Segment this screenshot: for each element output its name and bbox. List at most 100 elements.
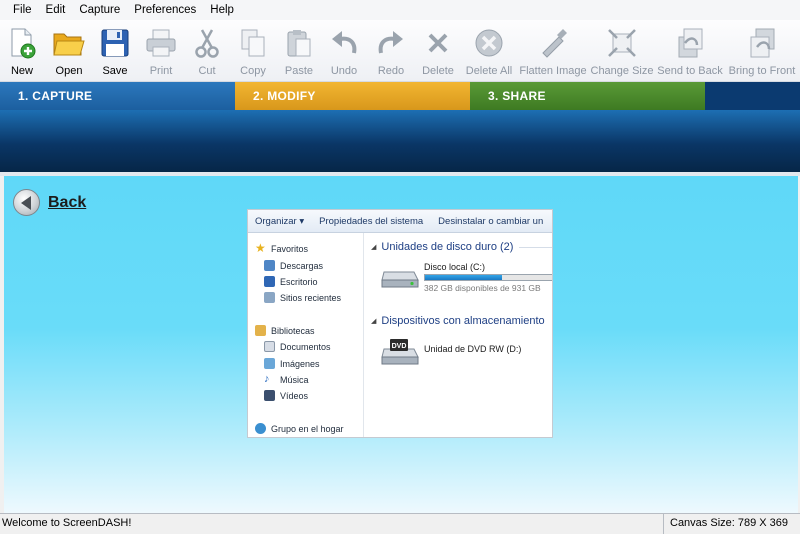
print-label: Print (149, 65, 173, 77)
bring-to-front-label: Bring to Front (728, 65, 796, 77)
header-banner (0, 110, 800, 172)
libraries-icon (255, 325, 266, 336)
nav-homegroup: Grupo en el hogar (255, 423, 344, 434)
send-back-icon (673, 26, 707, 60)
nav-desktop: Escritorio (264, 276, 318, 287)
print-button[interactable]: Print (136, 20, 186, 82)
nav-desktop-label: Escritorio (280, 276, 318, 287)
new-button[interactable]: New (0, 20, 44, 82)
group-removable-label: Dispositivos con almacenamiento (381, 315, 545, 327)
redo-icon (374, 26, 408, 60)
drive-c: Disco local (C:) 382 GB disponibles de 9… (380, 262, 552, 293)
save-disk-icon (98, 26, 132, 60)
flatten-image-label: Flatten Image (519, 65, 587, 77)
dvd-drive-icon: DVD (381, 339, 419, 365)
homegroup-icon (255, 423, 266, 434)
explorer-organize: Organizar ▾ (255, 215, 305, 227)
downloads-icon (264, 260, 275, 271)
explorer-nav-pane: ★ Favoritos Descargas Escritorio Sitios … (248, 233, 364, 437)
drive-c-name: Disco local (C:) (424, 262, 486, 272)
collapse-arrow-icon: ◢ (371, 244, 377, 251)
open-button[interactable]: Open (44, 20, 94, 82)
drive-d-name: Unidad de DVD RW (D:) (424, 344, 522, 354)
nav-recent: Sitios recientes (264, 292, 341, 303)
nav-recent-label: Sitios recientes (280, 292, 342, 303)
dvd-badge: DVD (392, 343, 407, 350)
menu-file[interactable]: File (6, 0, 39, 20)
status-bar: Welcome to ScreenDASH! Canvas Size: 789 … (0, 513, 800, 534)
image-canvas[interactable]: Back Organizar ▾ Propiedades del sistema… (4, 176, 798, 513)
nav-homegroup-label: Grupo en el hogar (271, 423, 344, 434)
change-size-button[interactable]: Change Size (590, 20, 654, 82)
step-modify[interactable]: 2. MODIFY (235, 82, 470, 110)
undo-button[interactable]: Undo (320, 20, 368, 82)
paste-button[interactable]: Paste (278, 20, 320, 82)
delete-x-icon (421, 26, 455, 60)
drive-c-space: 382 GB disponibles de 931 GB (424, 283, 541, 293)
copy-button[interactable]: Copy (228, 20, 278, 82)
delete-button[interactable]: Delete (414, 20, 462, 82)
delete-all-label: Delete All (465, 65, 513, 77)
delete-label: Delete (422, 65, 454, 77)
bring-to-front-button[interactable]: Bring to Front (726, 20, 798, 82)
back-arrow-icon[interactable] (13, 189, 40, 216)
flatten-icon (536, 26, 570, 60)
nav-pictures-label: Imágenes (280, 358, 320, 369)
redo-button[interactable]: Redo (368, 20, 414, 82)
nav-videos: Vídeos (264, 390, 308, 401)
undo-icon (327, 26, 361, 60)
nav-favorites-label: Favoritos (271, 243, 309, 254)
new-icon (5, 26, 39, 60)
back-link[interactable]: Back (13, 189, 86, 216)
group-hard-drives-label: Unidades de disco duro (2) (381, 241, 514, 253)
nav-downloads-label: Descargas (280, 260, 324, 271)
status-message: Welcome to ScreenDASH! (2, 517, 132, 529)
back-label[interactable]: Back (48, 194, 86, 212)
pictures-icon (264, 358, 275, 369)
explorer-system-properties: Propiedades del sistema (319, 215, 424, 227)
nav-music: ♪ Música (264, 374, 309, 385)
flatten-image-button[interactable]: Flatten Image (516, 20, 590, 82)
desktop-icon (264, 276, 275, 287)
new-label: New (10, 65, 33, 77)
steps-filler (705, 82, 800, 110)
print-icon (144, 26, 178, 60)
send-to-back-button[interactable]: Send to Back (654, 20, 726, 82)
nav-videos-label: Vídeos (280, 390, 309, 401)
delete-all-button[interactable]: Delete All (462, 20, 516, 82)
step-share[interactable]: 3. SHARE (470, 82, 705, 110)
save-label: Save (102, 65, 128, 77)
step-capture[interactable]: 1. CAPTURE (0, 82, 235, 110)
hard-drive-icon (381, 271, 419, 288)
delete-all-icon (472, 26, 506, 60)
menu-preferences[interactable]: Preferences (127, 0, 203, 20)
nav-documents: Documentos (264, 341, 331, 352)
nav-pictures: Imágenes (264, 358, 320, 369)
documents-icon (264, 341, 275, 352)
drive-d: DVD Unidad de DVD RW (D:) (380, 337, 521, 367)
open-label: Open (55, 65, 83, 77)
videos-icon (264, 390, 275, 401)
star-icon: ★ (255, 241, 266, 255)
recent-places-icon (264, 292, 275, 303)
nav-documents-label: Documentos (280, 341, 331, 352)
cut-button[interactable]: Cut (186, 20, 228, 82)
undo-label: Undo (330, 65, 358, 77)
music-note-icon: ♪ (264, 373, 270, 385)
group-hard-drives: ◢ Unidades de disco duro (2) (371, 241, 552, 253)
menu-edit[interactable]: Edit (39, 0, 73, 20)
explorer-content: ◢ Unidades de disco duro (2) Disco local… (366, 233, 552, 437)
cut-label: Cut (198, 65, 216, 77)
menu-bar: File Edit Capture Preferences Help (0, 0, 800, 20)
scissors-icon (190, 26, 224, 60)
bring-front-icon (745, 26, 779, 60)
paste-icon (282, 26, 316, 60)
explorer-uninstall: Desinstalar o cambiar un (438, 215, 544, 227)
explorer-toolbar: Organizar ▾ Propiedades del sistema Desi… (248, 210, 552, 233)
menu-help[interactable]: Help (203, 0, 241, 20)
save-button[interactable]: Save (94, 20, 136, 82)
captured-screenshot[interactable]: Organizar ▾ Propiedades del sistema Desi… (247, 209, 553, 438)
group-removable: ◢ Dispositivos con almacenamiento (371, 315, 545, 327)
menu-capture[interactable]: Capture (72, 0, 127, 20)
redo-label: Redo (377, 65, 405, 77)
